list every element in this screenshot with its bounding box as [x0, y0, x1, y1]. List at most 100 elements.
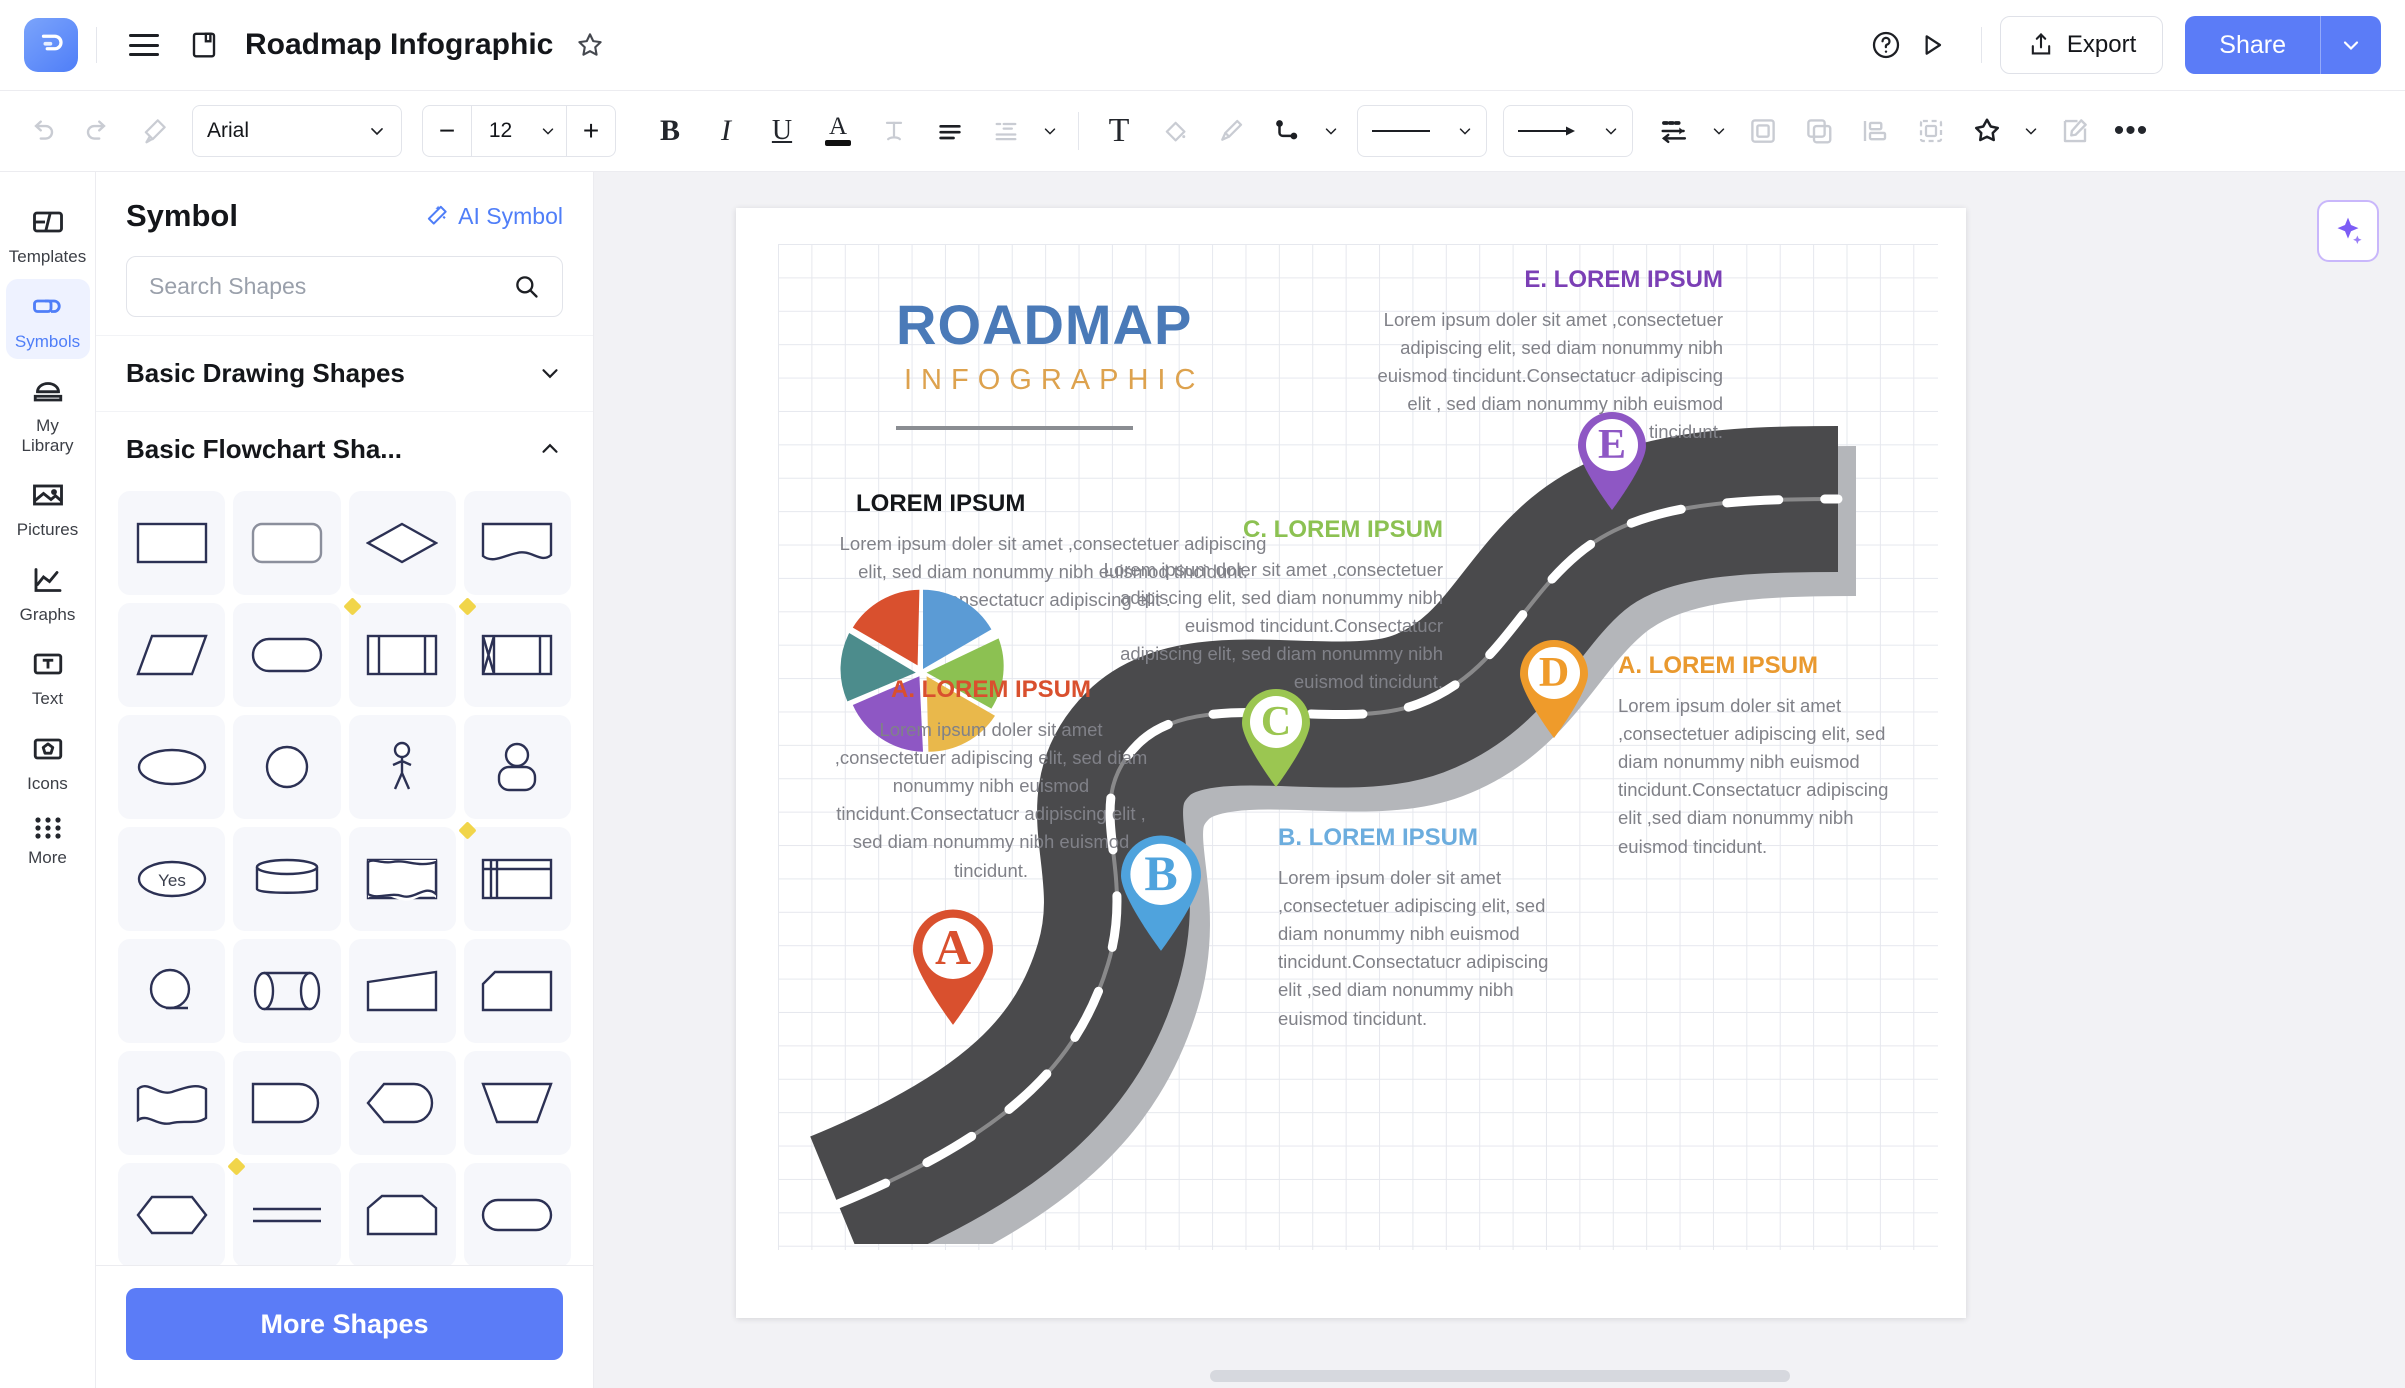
sidebar-item-templates[interactable]: Templates [6, 194, 90, 275]
shape-hexagon[interactable] [118, 1162, 226, 1265]
section-block-A-right[interactable]: A. LOREM IPSUM Lorem ipsum doler sit ame… [1618, 652, 1916, 861]
underline-button[interactable]: U [756, 105, 808, 157]
line-style-select[interactable] [1357, 105, 1487, 157]
hamburger-icon[interactable] [129, 34, 159, 56]
more-options-icon[interactable]: ••• [2105, 105, 2157, 157]
shape-parallelogram[interactable] [118, 602, 226, 707]
share-button-group[interactable]: Share [2185, 16, 2381, 74]
help-circle-icon[interactable] [1863, 22, 1909, 68]
group-icon[interactable] [1905, 105, 1957, 157]
arrange-icon[interactable] [1649, 105, 1701, 157]
save-icon[interactable] [181, 22, 227, 68]
bring-to-front-icon[interactable] [1737, 105, 1789, 157]
shape-pentagon-flag[interactable] [348, 1162, 456, 1265]
connector-icon[interactable] [1261, 105, 1313, 157]
sidebar-item-icons[interactable]: Icons [6, 721, 90, 802]
share-chevron-down-icon[interactable] [2320, 16, 2381, 74]
shape-pill[interactable] [463, 1162, 571, 1265]
ai-symbol-button[interactable]: AI Symbol [424, 203, 563, 230]
format-painter-icon[interactable] [128, 105, 180, 157]
horizontal-scrollbar[interactable] [1209, 1370, 1790, 1382]
shape-direct-access-storage[interactable] [233, 938, 341, 1043]
shape-rectangle[interactable] [118, 490, 226, 595]
section-block-B[interactable]: B. LOREM IPSUM Lorem ipsum doler sit ame… [1278, 824, 1553, 1033]
category-basic-drawing-shapes[interactable]: Basic Drawing Shapes [96, 334, 593, 411]
sidebar-item-my-library[interactable]: My Library [6, 363, 90, 463]
app-logo[interactable] [24, 18, 78, 72]
shape-card[interactable] [348, 826, 456, 931]
star-icon[interactable] [567, 22, 613, 68]
sidebar-item-symbols[interactable]: Symbols [5, 278, 90, 360]
font-size-value[interactable]: 12 [471, 106, 529, 156]
font-color-button[interactable]: A [812, 105, 864, 157]
sidebar-item-graphs[interactable]: Graphs [6, 552, 90, 633]
adjust-handle[interactable] [227, 1156, 246, 1176]
fill-bucket-icon[interactable] [1149, 105, 1201, 157]
font-size-chevron-down-icon[interactable] [529, 106, 567, 156]
shape-rounded-rectangle[interactable] [233, 490, 341, 595]
sidebar-item-text[interactable]: Text [6, 636, 90, 717]
shape-user[interactable] [463, 714, 571, 819]
shape-delay[interactable] [233, 1050, 341, 1155]
align-icon[interactable] [924, 105, 976, 157]
line-spacing-icon[interactable] [980, 105, 1032, 157]
section-block-A-left[interactable]: A. LOREM IPSUM Lorem ipsum doler sit ame… [826, 676, 1156, 885]
shape-internal-storage[interactable] [458, 596, 571, 707]
shape-ramp[interactable] [348, 938, 456, 1043]
shape-stadium[interactable] [233, 602, 341, 707]
shape-trapezoid[interactable] [463, 1050, 571, 1155]
pin-D[interactable]: D [1516, 637, 1592, 739]
connector-chevron-down-icon[interactable] [1317, 105, 1345, 157]
redo-icon[interactable] [72, 105, 124, 157]
shape-wave[interactable] [118, 1050, 226, 1155]
grid-sheet[interactable]: ROADMAP INFOGRAPHIC LOREM IPSUM Lorem ip… [778, 244, 1938, 1250]
shape-ellipse[interactable] [118, 714, 226, 819]
category-basic-flowchart-shapes[interactable]: Basic Flowchart Sha... [96, 410, 593, 487]
shape-circle[interactable] [233, 714, 341, 819]
shape-hexagon-round[interactable] [348, 1050, 456, 1155]
send-to-back-icon[interactable] [1793, 105, 1845, 157]
adjust-handle[interactable] [458, 820, 477, 840]
export-button[interactable]: Export [1999, 16, 2164, 74]
shape-decision-yes[interactable]: Yes [118, 826, 226, 931]
shape-cut-corner-rectangle[interactable] [463, 938, 571, 1043]
share-button[interactable]: Share [2185, 16, 2320, 74]
font-size-decrease[interactable]: − [423, 106, 471, 156]
section-block-C[interactable]: C. LOREM IPSUM Lorem ipsum doler sit ame… [1098, 516, 1443, 697]
bold-button[interactable]: B [644, 105, 696, 157]
document-page[interactable]: ROADMAP INFOGRAPHIC LOREM IPSUM Lorem ip… [736, 208, 1966, 1318]
arrange-chevron-down-icon[interactable] [1705, 105, 1733, 157]
undo-icon[interactable] [16, 105, 68, 157]
ai-assistant-button[interactable] [2317, 200, 2379, 262]
search-input[interactable]: Search Shapes [126, 256, 563, 317]
brush-icon[interactable] [1205, 105, 1257, 157]
text-effect-icon[interactable] [868, 105, 920, 157]
sidebar-item-more[interactable]: More [6, 805, 90, 876]
shape-actor[interactable] [348, 714, 456, 819]
play-icon[interactable] [1909, 22, 1955, 68]
shape-database[interactable] [233, 826, 341, 931]
shape-double-line[interactable] [227, 1156, 341, 1265]
edit-icon[interactable] [2049, 105, 2101, 157]
line-spacing-chevron-down-icon[interactable] [1036, 105, 1064, 157]
italic-button[interactable]: I [700, 105, 752, 157]
font-family-select[interactable]: Arial [192, 105, 402, 157]
sidebar-item-pictures[interactable]: Pictures [6, 467, 90, 548]
pin-C[interactable]: C [1238, 686, 1314, 788]
shape-predefined-process[interactable] [342, 596, 456, 707]
shape-table[interactable] [458, 820, 571, 931]
section-block-E[interactable]: E. LOREM IPSUM Lorem ipsum doler sit ame… [1373, 266, 1723, 447]
effects-chevron-down-icon[interactable] [2017, 105, 2045, 157]
arrow-style-select[interactable] [1503, 105, 1633, 157]
adjust-handle[interactable] [458, 596, 477, 616]
pin-A[interactable]: A [908, 906, 998, 1026]
text-box-icon[interactable]: T [1093, 105, 1145, 157]
align-objects-icon[interactable] [1849, 105, 1901, 157]
shape-diamond[interactable] [348, 490, 456, 595]
shape-document[interactable] [463, 490, 571, 595]
canvas-area[interactable]: ROADMAP INFOGRAPHIC LOREM IPSUM Lorem ip… [594, 172, 2405, 1388]
font-size-increase[interactable]: + [567, 106, 615, 156]
effects-icon[interactable] [1961, 105, 2013, 157]
adjust-handle[interactable] [342, 596, 362, 616]
document-title[interactable]: Roadmap Infographic [245, 28, 553, 62]
